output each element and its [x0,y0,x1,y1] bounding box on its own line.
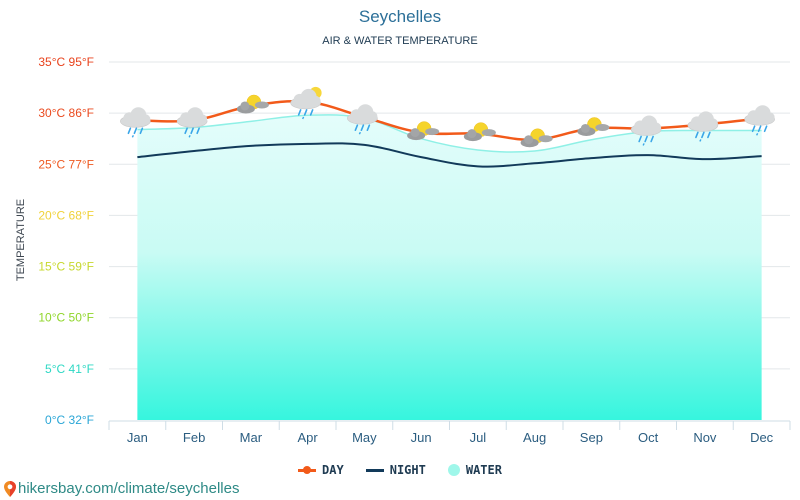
cloud-shape [410,128,420,138]
cloud-rain-sun-icon [290,86,322,120]
rain-drop [303,109,308,116]
x-tick-label: Oct [638,430,659,445]
legend-item-water[interactable]: WATER [447,463,502,477]
rain-drop [131,134,135,138]
y-tick-labels: 35°C 95°F 30°C 86°F 25°C 77°F 20°C 68°F 15°C… [38,55,94,427]
cloud-shape [240,101,250,111]
y-tick-label: 10°C 50°F [38,311,94,325]
legend-night-label: NIGHT [389,463,426,477]
legend-item-day[interactable]: DAY [298,463,344,477]
legend: DAY NIGHT WATER [0,463,800,477]
x-tick-label: Aug [523,430,546,445]
chart-canvas: 35°C 95°F 30°C 86°F 25°C 77°F 20°C 68°F 15°C… [38,55,791,445]
legend-item-night[interactable]: NIGHT [365,463,426,477]
rain-drop [133,127,138,135]
cloud-shape [595,123,610,131]
legend-water-swatch [447,464,460,476]
partly-sunny-icon [407,121,440,141]
rain-drop [699,139,702,142]
rain-drop [188,134,191,138]
y-tick-label: 25°C 77°F [38,157,94,171]
x-tick-label: Jun [411,430,432,445]
y-tick-label: 0°C 32°F [45,413,94,427]
partly-sunny-icon [520,128,553,148]
rain-drop [642,143,645,146]
x-tick-label: Apr [298,430,319,445]
x-tick-label: Jan [127,430,148,445]
cloud-shape [580,123,590,133]
legend-night-swatch [365,468,384,472]
water-area [137,114,762,421]
rain-drop [755,132,759,136]
rain-drop [127,127,132,135]
rain-drop [301,116,305,120]
partly-sunny-icon [577,117,610,136]
cloud-shape [197,114,208,125]
x-tick-label: Sep [580,430,603,445]
x-tick-label: May [352,430,377,445]
rain-drop [309,109,314,116]
cloud-shape [764,112,775,123]
cloud-shape [310,95,321,106]
cloud-shape [524,135,534,145]
x-tick-label: Jul [470,430,487,445]
partly-sunny-icon [463,122,496,142]
partly-sunny-icon [236,94,269,114]
legend-water-label: WATER [465,463,502,477]
water-series [137,114,762,421]
map-pin-icon [4,480,16,497]
y-tick-label: 20°C 68°F [38,208,94,222]
cloud-shape [367,111,378,122]
y-tick-label: 35°C 95°F [38,55,94,69]
x-tick-label: Mar [240,430,263,445]
legend-day-label: DAY [322,463,344,477]
y-tick-label: 5°C 41°F [45,362,94,376]
cloud-shape [467,129,477,139]
x-tick-label: Nov [693,430,717,445]
rain-drop [358,131,362,135]
y-tick-label: 30°C 86°F [38,106,94,120]
cloud-shape [425,128,440,136]
cloud-shape [254,101,269,109]
cloud-shape [651,122,662,133]
x-axis: Jan Feb Mar Apr May Jun Jul Aug Sep Oct Nov Dec [108,420,791,445]
source-text: hikersbay.com/climate/seychelles [18,480,240,497]
source-link[interactable]: hikersbay.com/climate/seychelles [4,480,239,497]
rain-drop [297,109,302,116]
cloud-shape [481,129,496,137]
y-tick-label: 15°C 59°F [38,260,94,274]
legend-day-swatch [298,465,317,474]
x-tick-label: Dec [750,430,774,445]
cloud-shape [140,114,151,125]
rain-drop [763,125,768,133]
cloud-shape [707,118,718,129]
x-tick-label: Feb [183,430,205,445]
cloud-shape [538,135,553,143]
